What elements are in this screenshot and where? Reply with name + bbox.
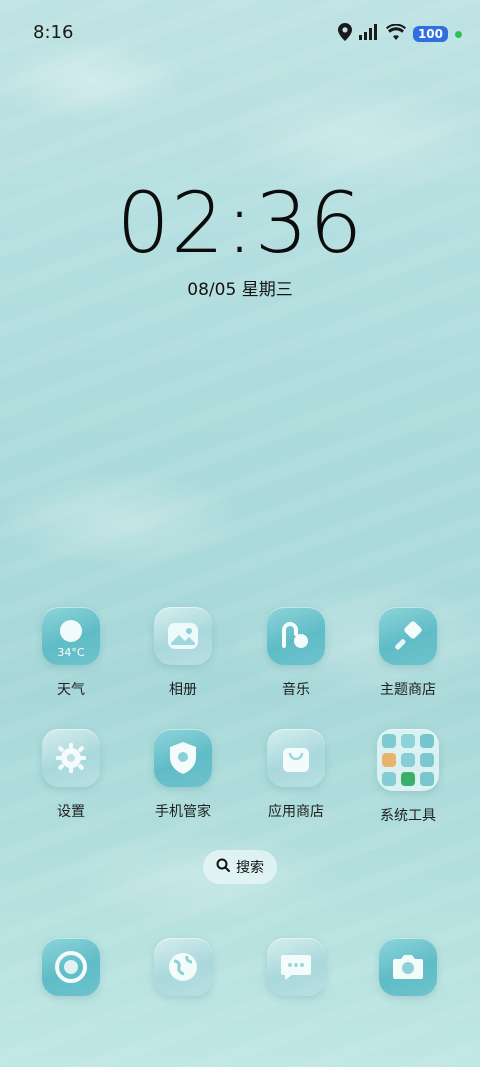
weather-icon[interactable]: 34°C	[42, 607, 100, 665]
app-music[interactable]: 音乐	[246, 607, 346, 699]
mini-app-icon	[401, 753, 415, 767]
music-icon[interactable]	[267, 607, 325, 665]
home-date: 08/05 星期三	[187, 280, 293, 300]
dock-camera[interactable]	[358, 938, 458, 996]
mini-app-icon	[420, 772, 434, 786]
status-time: 8:16	[33, 22, 74, 43]
mini-app-icon	[401, 734, 415, 748]
folder-system-tools[interactable]: 系统工具	[358, 729, 458, 825]
app-label: 手机管家	[155, 804, 211, 820]
messages-icon[interactable]	[267, 938, 325, 996]
dock-messages[interactable]	[246, 938, 346, 996]
app-label: 设置	[57, 804, 85, 820]
status-bar: 8:16 100	[0, 0, 480, 68]
app-store-icon[interactable]	[267, 729, 325, 787]
app-label: 系统工具	[380, 808, 436, 824]
theme-store-icon[interactable]	[379, 607, 437, 665]
camera-icon[interactable]	[379, 938, 437, 996]
app-label: 天气	[57, 682, 85, 698]
mini-app-icon	[382, 734, 396, 748]
phone-manager-icon[interactable]	[154, 729, 212, 787]
browser-icon[interactable]	[154, 938, 212, 996]
search-button[interactable]: 搜索	[203, 850, 277, 884]
mini-app-icon	[420, 753, 434, 767]
mini-app-icon	[382, 772, 396, 786]
app-weather[interactable]: 34°C 天气	[21, 607, 121, 699]
phone-dial-icon[interactable]	[42, 938, 100, 996]
dock-phone[interactable]	[21, 938, 121, 996]
search-label: 搜索	[236, 860, 264, 876]
mini-app-icon	[382, 753, 396, 767]
privacy-dot-icon	[455, 30, 462, 38]
location-icon	[337, 23, 352, 45]
app-label: 应用商店	[268, 804, 324, 820]
settings-icon[interactable]	[42, 729, 100, 787]
signal-icon	[358, 24, 379, 44]
gallery-icon[interactable]	[154, 607, 212, 665]
app-label: 主题商店	[380, 682, 436, 698]
folder-icon[interactable]	[377, 729, 439, 791]
app-gallery[interactable]: 相册	[133, 607, 233, 699]
app-settings[interactable]: 设置	[21, 729, 121, 821]
home-clock[interactable]: 02:36	[0, 175, 480, 271]
app-phone-manager[interactable]: 手机管家	[133, 729, 233, 821]
app-label: 音乐	[282, 682, 310, 698]
mini-app-icon	[420, 734, 434, 748]
battery-indicator: 100	[412, 26, 448, 42]
wifi-icon	[385, 23, 406, 44]
dock-browser[interactable]	[133, 938, 233, 996]
mini-app-icon	[401, 772, 415, 786]
search-icon	[216, 858, 230, 876]
app-label: 相册	[169, 682, 197, 698]
status-icons: 100	[337, 22, 462, 46]
app-store[interactable]: 应用商店	[246, 729, 346, 821]
app-theme-store[interactable]: 主题商店	[358, 607, 458, 699]
weather-temp: 34°C	[57, 646, 84, 658]
